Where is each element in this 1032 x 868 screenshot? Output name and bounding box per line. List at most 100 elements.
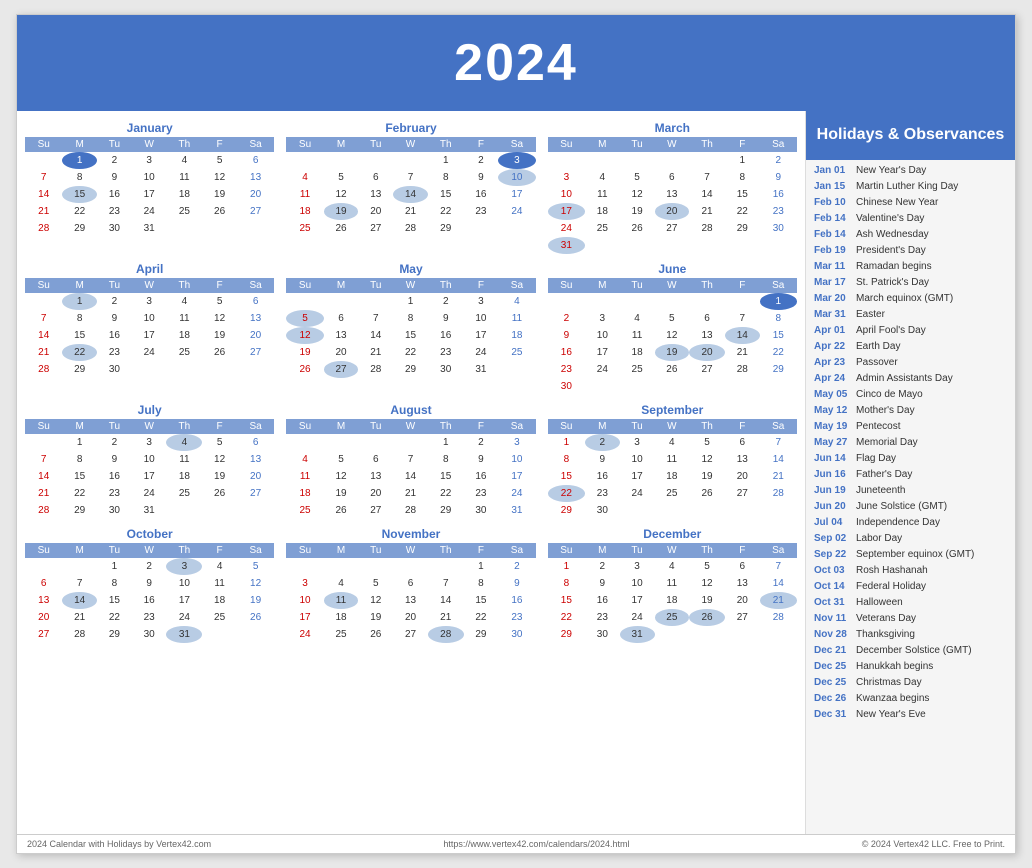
holiday-name: Ramadan begins bbox=[856, 260, 932, 274]
calendar-day: 4 bbox=[286, 451, 323, 468]
month-block: NovemberSuMTuWThFSa123456789101112131415… bbox=[286, 527, 535, 643]
holiday-item: Mar 11Ramadan begins bbox=[814, 260, 1007, 274]
calendar-day: 9 bbox=[97, 310, 132, 327]
calendar-day: 19 bbox=[358, 609, 393, 626]
calendar-day: 9 bbox=[464, 169, 499, 186]
calendar-day: 12 bbox=[689, 575, 725, 592]
day-header: Th bbox=[428, 278, 464, 293]
calendar-day: 30 bbox=[428, 361, 464, 378]
holiday-item: Feb 10Chinese New Year bbox=[814, 196, 1007, 210]
calendar-day: 4 bbox=[655, 434, 690, 451]
holiday-date: Dec 25 bbox=[814, 676, 856, 690]
calendar-day bbox=[725, 293, 760, 310]
calendar-day: 4 bbox=[166, 434, 202, 451]
day-header: F bbox=[464, 137, 499, 152]
month-block: FebruarySuMTuWThFSa123456789101112131415… bbox=[286, 121, 535, 254]
holiday-name: Father's Day bbox=[856, 468, 912, 482]
calendar-day: 24 bbox=[132, 344, 167, 361]
calendar-day: 30 bbox=[97, 502, 132, 519]
calendar-day: 12 bbox=[689, 451, 725, 468]
calendar-page: 2024 JanuarySuMTuWThFSa12345678910111213… bbox=[16, 14, 1016, 854]
holiday-date: Sep 22 bbox=[814, 548, 856, 562]
holiday-name: New Year's Eve bbox=[856, 708, 926, 722]
calendar-day: 11 bbox=[655, 451, 690, 468]
holiday-name: December Solstice (GMT) bbox=[856, 644, 972, 658]
calendar-day: 6 bbox=[655, 169, 690, 186]
calendar-day: 25 bbox=[166, 203, 202, 220]
calendar-day: 25 bbox=[655, 609, 690, 626]
day-header: F bbox=[202, 137, 237, 152]
calendar-day: 26 bbox=[358, 626, 393, 643]
holiday-item: May 12Mother's Day bbox=[814, 404, 1007, 418]
calendar-day: 20 bbox=[358, 203, 393, 220]
calendar-day: 19 bbox=[324, 485, 359, 502]
calendar-day: 12 bbox=[324, 186, 359, 203]
calendar-day: 26 bbox=[237, 609, 274, 626]
calendar-day: 4 bbox=[585, 169, 620, 186]
holiday-name: June Solstice (GMT) bbox=[856, 500, 947, 514]
calendar-day: 10 bbox=[620, 451, 655, 468]
day-header: Su bbox=[548, 419, 585, 434]
day-header: Su bbox=[25, 278, 62, 293]
calendar-day: 1 bbox=[760, 293, 797, 310]
calendar-day: 21 bbox=[358, 344, 393, 361]
calendar-day bbox=[585, 293, 620, 310]
calendar-day: 20 bbox=[689, 344, 725, 361]
calendar-day: 14 bbox=[689, 186, 725, 203]
calendar-day: 15 bbox=[725, 186, 760, 203]
calendar-day: 9 bbox=[97, 451, 132, 468]
calendar-day bbox=[760, 237, 797, 254]
calendar-day: 29 bbox=[428, 502, 464, 519]
calendar-day: 1 bbox=[428, 152, 464, 169]
calendar-day: 23 bbox=[464, 203, 499, 220]
calendar-day: 16 bbox=[428, 327, 464, 344]
calendar-day bbox=[62, 558, 97, 575]
calendar-day: 5 bbox=[655, 310, 690, 327]
calendar-day: 19 bbox=[202, 468, 237, 485]
day-header: Sa bbox=[237, 278, 274, 293]
holiday-name: Easter bbox=[856, 308, 885, 322]
calendar-day: 6 bbox=[358, 169, 393, 186]
calendar-day: 19 bbox=[202, 186, 237, 203]
day-header: Su bbox=[286, 543, 323, 558]
calendar-day bbox=[548, 293, 585, 310]
calendar-day: 20 bbox=[324, 344, 359, 361]
holiday-name: April Fool's Day bbox=[856, 324, 926, 338]
calendar-day: 23 bbox=[548, 361, 585, 378]
year-header: 2024 bbox=[17, 15, 1015, 111]
month-table: SuMTuWThFSa12345678910111213141516171819… bbox=[548, 543, 797, 643]
calendar-day: 7 bbox=[760, 558, 797, 575]
holiday-date: Mar 11 bbox=[814, 260, 856, 274]
calendar-day: 1 bbox=[62, 152, 97, 169]
calendar-day: 29 bbox=[725, 220, 760, 237]
calendar-day: 23 bbox=[97, 344, 132, 361]
calendar-day: 12 bbox=[324, 468, 359, 485]
calendar-day: 12 bbox=[237, 575, 274, 592]
calendar-day: 14 bbox=[25, 468, 62, 485]
calendar-day: 2 bbox=[585, 434, 620, 451]
calendar-day: 5 bbox=[689, 558, 725, 575]
month-block: JanuarySuMTuWThFSa1234567891011121314151… bbox=[25, 121, 274, 254]
calendar-day: 6 bbox=[725, 434, 760, 451]
holiday-name: Thanksgiving bbox=[856, 628, 915, 642]
holiday-date: May 19 bbox=[814, 420, 856, 434]
calendar-day: 18 bbox=[620, 344, 655, 361]
day-header: Tu bbox=[358, 137, 393, 152]
calendar-day bbox=[132, 361, 167, 378]
calendar-day: 17 bbox=[498, 468, 535, 485]
calendar-day: 22 bbox=[548, 609, 585, 626]
calendar-day: 13 bbox=[324, 327, 359, 344]
day-header: W bbox=[393, 543, 428, 558]
calendar-day bbox=[324, 293, 359, 310]
calendar-day: 8 bbox=[97, 575, 132, 592]
calendar-day: 2 bbox=[132, 558, 167, 575]
calendar-day: 10 bbox=[585, 327, 620, 344]
holiday-item: Dec 26Kwanzaa begins bbox=[814, 692, 1007, 706]
calendar-day: 13 bbox=[393, 592, 428, 609]
month-block: DecemberSuMTuWThFSa123456789101112131415… bbox=[548, 527, 797, 643]
calendar-day: 22 bbox=[62, 344, 97, 361]
calendar-day: 15 bbox=[62, 468, 97, 485]
calendar-day: 5 bbox=[286, 310, 323, 327]
holiday-date: Mar 20 bbox=[814, 292, 856, 306]
holiday-name: Christmas Day bbox=[856, 676, 922, 690]
